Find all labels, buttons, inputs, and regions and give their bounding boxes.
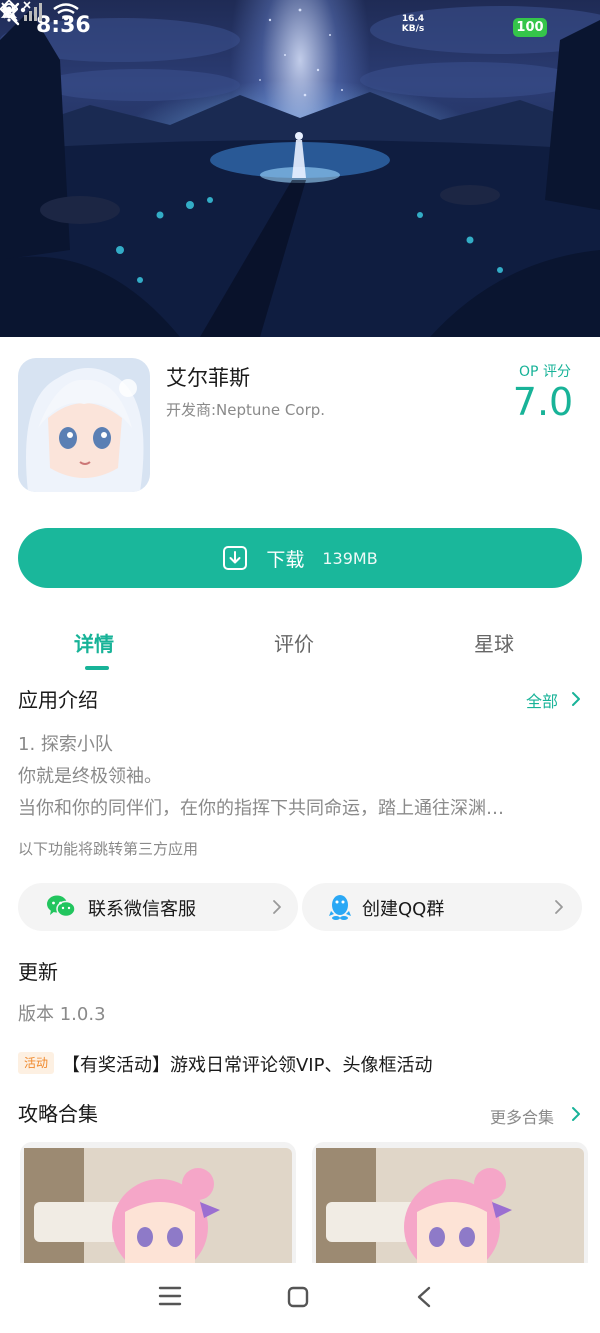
qq-penguin-icon: [329, 895, 351, 920]
download-label: 下载: [266, 548, 305, 571]
more-collections-link[interactable]: 更多合集: [490, 1104, 554, 1128]
wifi-icon: [53, 3, 79, 21]
intro-line-1: 1. 探索小队: [18, 734, 113, 755]
developer-name: 开发商:Neptune Corp.: [166, 401, 326, 419]
version-text: 版本 1.0.3: [18, 1004, 106, 1025]
net-speed: 16.4 KB/s: [398, 14, 428, 34]
net-speed-value: 16.4: [401, 14, 425, 24]
back-triangle-icon[interactable]: [414, 1285, 434, 1309]
chevron-right-icon[interactable]: [570, 691, 582, 707]
chevron-right-icon: [555, 900, 563, 914]
update-title: 更新: [18, 960, 58, 984]
system-nav-bar: [0, 1263, 600, 1333]
tab-indicator: [85, 666, 109, 670]
more-dots-icon[interactable]: [0, 0, 28, 20]
download-button[interactable]: 下载 139MB: [18, 528, 582, 588]
third-party-note: 以下功能将跳转第三方应用: [18, 840, 199, 858]
score-label: OP 评分: [519, 364, 571, 380]
guide-card[interactable]: [20, 1142, 296, 1263]
activity-link[interactable]: 【有奖活动】游戏日常评论领VIP、头像框活动: [62, 1051, 432, 1077]
guide-thumbnail: [316, 1148, 584, 1263]
menu-icon[interactable]: [158, 1285, 182, 1307]
activity-badge: 活动: [18, 1052, 54, 1074]
intro-all-link[interactable]: 全部: [526, 688, 558, 712]
app-name: 艾尔菲斯: [166, 366, 250, 390]
create-qq-group-button[interactable]: 创建QQ群: [302, 883, 582, 931]
status-bar: 8:36 16.4 KB/s 100: [0, 0, 600, 56]
intro-title: 应用介绍: [18, 688, 98, 712]
guide-card[interactable]: [312, 1142, 588, 1263]
guide-thumbnail: [24, 1148, 292, 1263]
hero-banner: 8:36 16.4 KB/s 100: [0, 0, 600, 337]
download-icon: [223, 546, 248, 570]
tab-reviews[interactable]: 评价: [274, 628, 314, 657]
net-speed-unit: KB/s: [401, 24, 425, 34]
intro-line-2: 你就是终极领袖。: [18, 766, 162, 787]
home-square-icon[interactable]: [286, 1285, 310, 1309]
wechat-service-label: 联系微信客服: [88, 899, 196, 920]
wechat-icon: [47, 895, 76, 918]
wechat-service-button[interactable]: 联系微信客服: [18, 883, 298, 931]
score-value: 7.0: [512, 380, 574, 424]
download-size: 139MB: [322, 548, 378, 568]
create-qq-group-label: 创建QQ群: [362, 899, 445, 920]
app-icon: [18, 358, 150, 492]
chevron-right-icon[interactable]: [570, 1106, 582, 1122]
battery-icon: 100: [513, 18, 547, 37]
tab-planet[interactable]: 星球: [474, 628, 514, 657]
tab-details[interactable]: 详情: [74, 628, 114, 657]
intro-line-3: 当你和你的同伴们，在你的指挥下共同命运，踏上通往深渊…: [18, 798, 504, 819]
chevron-right-icon: [273, 900, 281, 914]
guides-title: 攻略合集: [18, 1102, 98, 1126]
